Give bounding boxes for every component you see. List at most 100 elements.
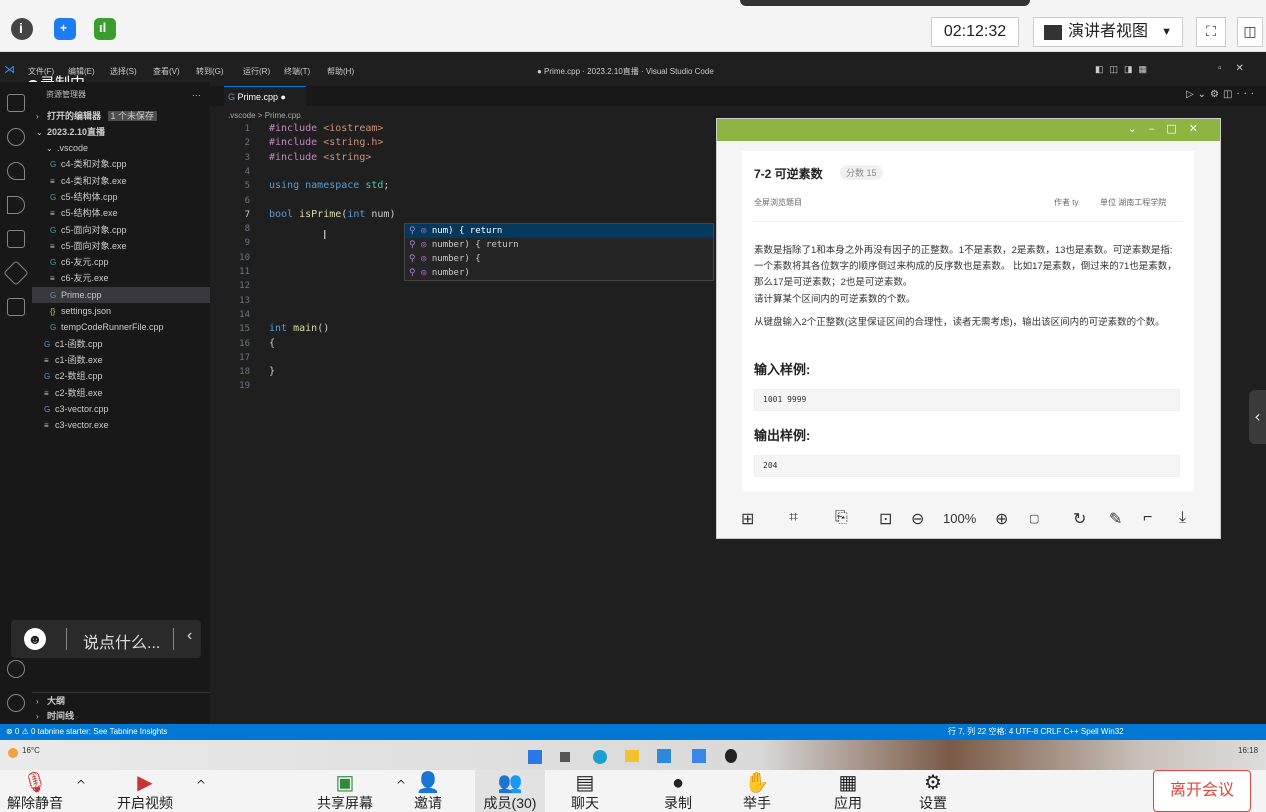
file-tree-item[interactable]: Gc5-面向对象.cpp: [32, 222, 210, 238]
meeting-button[interactable]: 👥 成员(30): [475, 770, 545, 812]
suggestion-item[interactable]: ⚲ ◎ num) { return: [405, 224, 713, 238]
side-panel-toggle-icon[interactable]: ‹: [1249, 390, 1266, 444]
meeting-button[interactable]: ▤ 聊天: [555, 770, 615, 812]
meeting-button[interactable]: ▦ 应用: [808, 770, 888, 812]
rotate-icon[interactable]: ↻: [1073, 509, 1086, 529]
suggestion-item[interactable]: ⚲ ◎ number) { return: [405, 238, 713, 252]
file-tree-item[interactable]: Gc4-类和对象.cpp: [32, 156, 210, 172]
outline-section[interactable]: › 大纲: [32, 692, 210, 708]
status-right[interactable]: 行 7, 列 22 空格: 4 UTF-8 CRLF C++ Spell Win…: [948, 724, 1124, 740]
code-line[interactable]: bool isPrime(int num): [269, 209, 395, 220]
ocr-icon[interactable]: ⌗: [789, 509, 798, 527]
file-tree-item[interactable]: ≡ c6-友元.exe: [32, 270, 210, 286]
vscode-taskbar-icon[interactable]: [657, 749, 671, 763]
chevron-up-icon[interactable]: ^: [396, 778, 406, 792]
search-taskbar-icon[interactable]: [560, 752, 570, 762]
file-tree-item[interactable]: ≡ c5-结构体.exe: [32, 205, 210, 221]
file-explorer-icon[interactable]: [625, 750, 639, 762]
meeting-button[interactable]: ⚙ 设置: [893, 770, 973, 812]
presenter-view-dropdown[interactable]: 演讲者视图 ▼: [1033, 17, 1183, 47]
edit-icon[interactable]: ✎: [1109, 509, 1122, 529]
meeting-button[interactable]: ● 录制: [638, 770, 718, 812]
code-line[interactable]: #include <string>: [269, 152, 371, 163]
menu-item[interactable]: 帮助(H): [327, 66, 354, 77]
qq-icon[interactable]: [725, 749, 737, 763]
code-line[interactable]: int main(): [269, 323, 329, 334]
timeline-section[interactable]: › 时间线: [32, 708, 210, 724]
open-editors-section[interactable]: › 打开的编辑器 1 个未保存: [32, 108, 210, 124]
meeting-button[interactable]: 👤 邀请: [398, 770, 458, 812]
code-line[interactable]: }: [269, 366, 275, 377]
explorer-icon[interactable]: [7, 94, 25, 112]
popup-window-controls[interactable]: ⌄–□✕: [1128, 122, 1210, 135]
app-taskbar-icon[interactable]: [692, 749, 706, 763]
file-tree-item[interactable]: Gc5-结构体.cpp: [32, 189, 210, 205]
editor-actions[interactable]: ▷⌄⚙◫···: [1186, 89, 1258, 100]
collapse-chevron-icon[interactable]: ‹: [187, 627, 192, 645]
leave-meeting-button[interactable]: 离开会议: [1153, 770, 1251, 812]
breadcrumb[interactable]: .vscode > Prime.cpp: [228, 111, 301, 120]
download-icon[interactable]: ⤓: [1179, 509, 1186, 527]
start-icon[interactable]: [528, 750, 542, 764]
meeting-button[interactable]: ▣ 共享屏幕: [300, 770, 390, 812]
source-control-icon[interactable]: [7, 162, 25, 180]
autocomplete-suggestions[interactable]: ⚲ ◎ num) { return ⚲ ◎ number) { return ⚲ ◎…: [404, 223, 714, 281]
crop-icon[interactable]: ⌐: [1143, 509, 1152, 527]
file-tree-item[interactable]: ⌄ .vscode: [32, 140, 210, 156]
tab-prime-cpp[interactable]: G Prime.cpp ●: [224, 86, 306, 106]
sidebar-toggle-icon[interactable]: ◫: [1237, 17, 1263, 47]
file-tree-item[interactable]: Gc3-vector.cpp: [32, 401, 210, 417]
more-actions-icon[interactable]: ···: [192, 87, 206, 103]
popup-header[interactable]: ⌄–□✕: [717, 119, 1220, 141]
menu-item[interactable]: 终端(T): [284, 66, 310, 77]
file-tree-item[interactable]: {} settings.json: [32, 303, 210, 319]
code-line[interactable]: #include <string.h>: [269, 137, 383, 148]
file-tree-item[interactable]: Gc6-友元.cpp: [32, 254, 210, 270]
file-tree-item[interactable]: ≡ c3-vector.exe: [32, 417, 210, 433]
zoom-out-icon[interactable]: ⊖: [911, 509, 924, 529]
account-icon[interactable]: [7, 660, 25, 678]
extensions-icon[interactable]: [7, 230, 25, 248]
screen-share-handle[interactable]: [740, 0, 1030, 6]
file-tree-item[interactable]: G Prime.cpp: [32, 286, 210, 303]
chevron-up-icon[interactable]: ^: [76, 778, 86, 792]
settings-gear-icon[interactable]: [7, 694, 25, 712]
remote-explorer-icon[interactable]: [7, 298, 25, 316]
info-icon[interactable]: i: [11, 18, 33, 40]
fullscreen-icon[interactable]: ⛶: [1196, 17, 1226, 47]
code-line[interactable]: #include <iostream>: [269, 123, 383, 134]
code-line[interactable]: {: [269, 338, 275, 349]
menu-item[interactable]: 选择(S): [110, 66, 137, 77]
file-tree-item[interactable]: ≡ c4-类和对象.exe: [32, 173, 210, 189]
menu-item[interactable]: 转到(G): [196, 66, 224, 77]
tabnine-icon[interactable]: [3, 260, 29, 286]
thumbnail-icon[interactable]: ⊞: [741, 509, 754, 529]
meeting-button[interactable]: ▶ 开启视频: [100, 770, 190, 812]
file-tree-item[interactable]: ≡ c2-数组.exe: [32, 385, 210, 401]
translate-icon[interactable]: ⎘: [835, 509, 848, 527]
file-tree-item[interactable]: ≡ c5-面向对象.exe: [32, 238, 210, 254]
meeting-button[interactable]: ✋ 举手: [722, 770, 792, 812]
emoji-icon[interactable]: ☻: [24, 628, 46, 650]
fullscreen-link[interactable]: 全屏浏览题目: [754, 197, 802, 208]
suggestion-item[interactable]: ⚲ ◎ number) {: [405, 252, 713, 266]
edge-icon[interactable]: [593, 750, 607, 764]
zoom-in-icon[interactable]: ⊕: [995, 509, 1008, 529]
menu-item[interactable]: 运行(R): [243, 66, 270, 77]
chevron-up-icon[interactable]: ^: [196, 778, 206, 792]
file-tree-item[interactable]: Gc2-数组.cpp: [32, 368, 210, 384]
search-icon[interactable]: [7, 128, 25, 146]
file-tree-item[interactable]: ≡ c1-函数.exe: [32, 352, 210, 368]
file-tree-item[interactable]: GtempCodeRunnerFile.cpp: [32, 319, 210, 335]
run-debug-icon[interactable]: [7, 196, 25, 214]
workspace-folder[interactable]: ⌄ 2023.2.10直播: [32, 124, 210, 140]
actual-size-icon[interactable]: ▢: [1029, 512, 1039, 525]
status-left[interactable]: ⊗ 0 ⚠ 0 tabnine starter: See Tabnine Ins…: [6, 724, 167, 740]
suggestion-item[interactable]: ⚲ ◎ number): [405, 266, 713, 280]
fit-window-icon[interactable]: ⊡: [879, 509, 892, 529]
shield-icon[interactable]: +: [54, 18, 76, 40]
layout-icons[interactable]: ◧◫◨▦: [1095, 64, 1153, 75]
menu-item[interactable]: 查看(V): [153, 66, 180, 77]
file-tree-item[interactable]: Gc1-函数.cpp: [32, 336, 210, 352]
window-controls[interactable]: ▫✕: [1218, 63, 1258, 74]
